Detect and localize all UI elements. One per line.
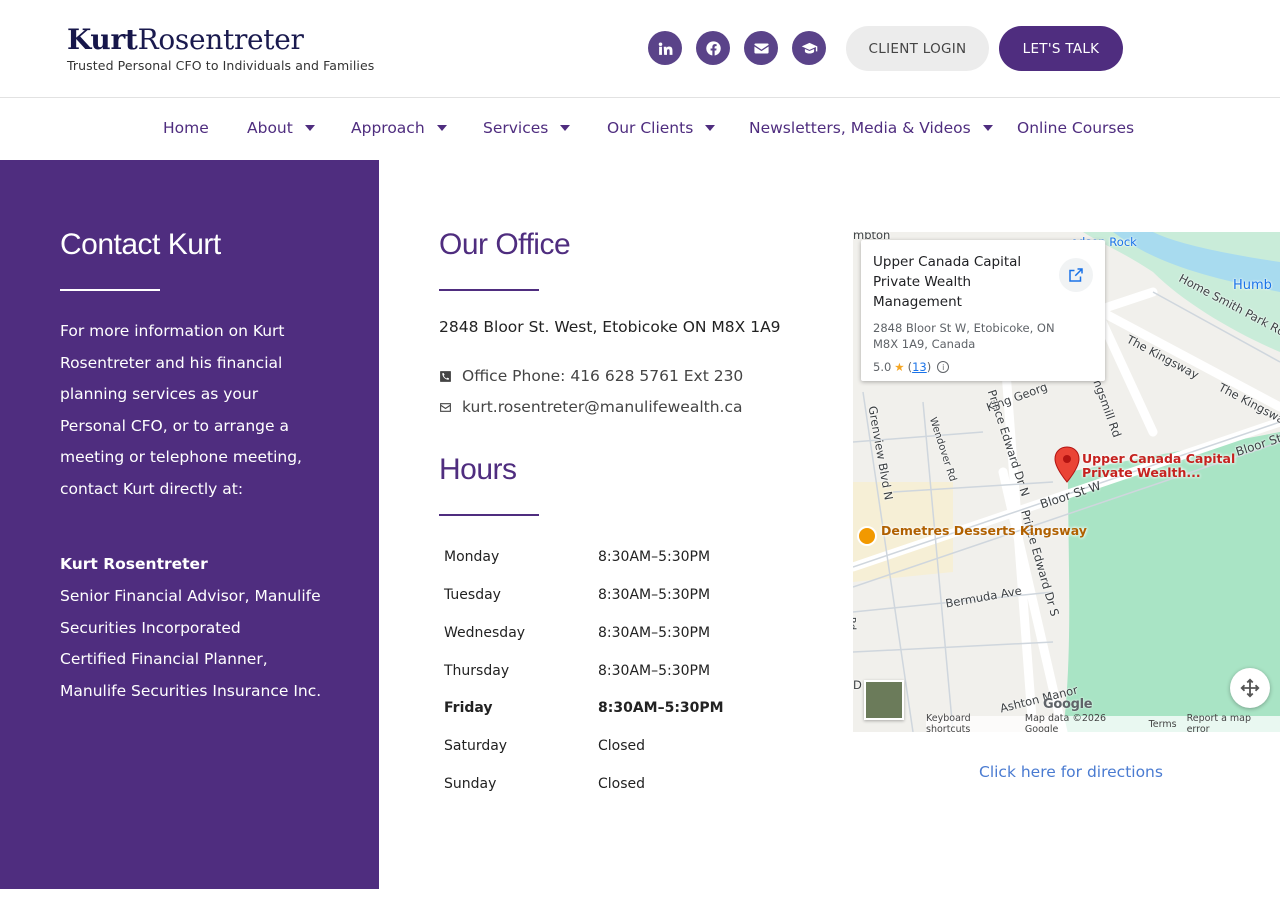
chevron-down-icon [705,125,716,131]
map-street-label: D [853,678,862,692]
hours-day-today: Friday [444,700,493,716]
hours-day: Thursday [444,663,510,679]
hours-day: Sunday [444,776,497,792]
embedded-map[interactable]: mbton odson Rock Humb Home Smith Park Rd… [853,232,1280,732]
directions-link[interactable]: Click here for directions [979,763,1163,781]
map-data-credit: Map data ©2026 Google [1024,713,1107,732]
star-icon: ★ [894,360,905,374]
main-nav: Home About Approach Services Our Clients… [0,98,1280,160]
linkedin-icon [658,41,672,55]
hours-day: Wednesday [444,625,526,641]
logo-tagline: Trusted Personal CFO to Individuals and … [67,58,375,73]
facebook-link[interactable] [696,31,730,65]
office-title: Our Office [439,228,571,261]
nav-services[interactable]: Services [483,119,571,137]
keyboard-shortcuts-link[interactable]: Keyboard shortcuts [926,713,1015,732]
map-street-label: Humb [1233,278,1272,293]
hours-time-today: 8:30AM–5:30PM [598,700,724,716]
nav-our-clients[interactable]: Our Clients [607,119,716,137]
fullscreen-button[interactable] [1230,668,1270,708]
info-icon[interactable]: i [937,361,950,373]
site-logo[interactable]: KurtRosentreter Trusted Personal CFO to … [67,23,375,74]
google-logo: Google [1043,697,1093,712]
restaurant-marker-icon[interactable] [857,526,877,546]
hours-title: Hours [439,453,517,486]
chevron-down-icon [560,125,571,131]
review-count-link[interactable]: 13 [912,360,927,374]
contact-title-rule [60,289,160,291]
office-email[interactable]: kurt.rosentreter@manulifewealth.ca [439,398,743,416]
contact-intro: For more information on Kurt Rosentreter… [60,322,302,498]
nav-home[interactable]: Home [163,119,209,137]
hours-time: 8:30AM–5:30PM [598,587,711,603]
hours-time: Closed [598,776,646,792]
courses-link[interactable] [792,31,826,65]
hours-time: 8:30AM–5:30PM [598,625,711,641]
map-street-label: Rd [853,616,858,631]
report-error-link[interactable]: Report a map error [1187,713,1274,732]
phone-square-icon [440,370,451,382]
hours-day: Monday [444,549,500,565]
nav-online-courses[interactable]: Online Courses [1017,119,1134,137]
credential-line: Certified Financial Planner, Manulife Se… [60,650,322,700]
contact-name: Kurt Rosentreter [60,555,208,573]
nav-newsletters[interactable]: Newsletters, Media & Videos [749,119,993,137]
graduation-cap-icon [801,42,817,53]
office-address: 2848 Bloor St. West, Etobicoke ON M8X 1A… [439,318,781,336]
chevron-down-icon [982,125,993,131]
chevron-down-icon [436,125,447,131]
office-title-rule [439,289,539,291]
open-in-maps-button[interactable] [1059,258,1093,292]
site-header: KurtRosentreter Trusted Personal CFO to … [0,0,1280,97]
place-rating: 5.0 ★ (13) i [873,360,950,374]
map-pin-label[interactable]: Upper Canada Capital Private Wealth... [1082,452,1272,480]
fullscreen-icon [1240,678,1260,698]
office-phone[interactable]: Office Phone: 416 628 5761 Ext 230 [439,367,743,385]
place-address: 2848 Bloor St W, Etobicoke, ON M8X 1A9, … [873,321,1055,351]
satellite-toggle[interactable] [864,680,904,720]
lets-talk-button[interactable]: LET'S TALK [999,26,1123,71]
hours-time: 8:30AM–5:30PM [598,549,711,565]
hours-day: Tuesday [444,587,501,603]
contact-title: Contact Kurt [60,228,221,261]
hours-time: Closed [598,738,646,754]
map-pin-icon[interactable] [1053,446,1081,484]
hours-time: 8:30AM–5:30PM [598,663,711,679]
client-login-button[interactable]: CLIENT LOGIN [846,26,989,71]
map-footer: Keyboard shortcuts Map data ©2026 Google… [926,713,1280,732]
credential-line: Senior Financial Advisor, Manulife Secur… [60,587,321,637]
nav-approach[interactable]: Approach [351,119,447,137]
place-info-card: Upper Canada Capital Private Wealth Mana… [861,240,1105,381]
hours-day: Saturday [444,738,508,754]
restaurant-label[interactable]: Demetres Desserts Kingsway [881,524,1087,538]
logo-name: KurtRosentreter [67,23,304,56]
email-link[interactable] [744,31,778,65]
facebook-icon [705,40,721,56]
linkedin-link[interactable] [648,31,682,65]
contact-panel: Contact Kurt For more information on Kur… [0,160,379,889]
contact-credentials: Senior Financial Advisor, Manulife Secur… [60,581,330,707]
terms-link[interactable]: Terms [1149,719,1177,730]
place-title[interactable]: Upper Canada Capital Private Wealth Mana… [873,252,1043,312]
envelope-outline-icon [440,402,451,412]
external-link-icon [1069,268,1083,282]
chevron-down-icon [304,125,315,131]
nav-about[interactable]: About [247,119,315,137]
hours-title-rule [439,514,539,516]
envelope-icon [753,43,769,53]
